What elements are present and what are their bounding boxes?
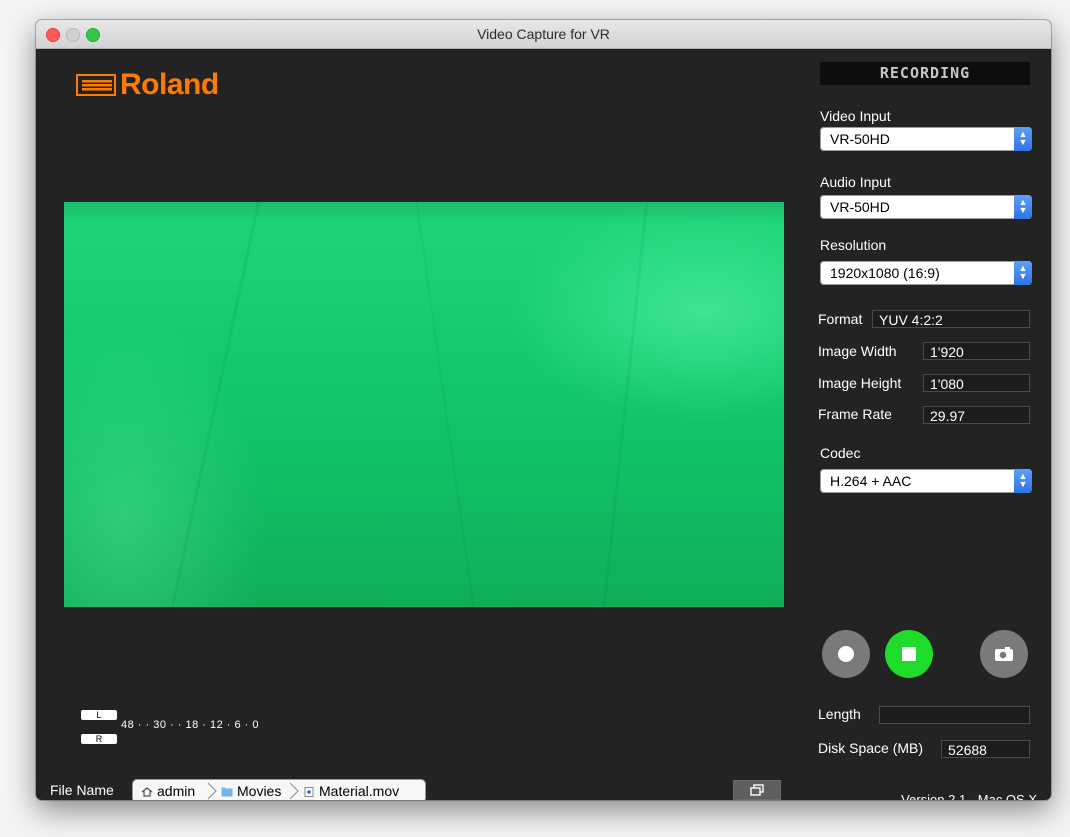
chevron-updown-icon: ▲ ▼	[1014, 469, 1032, 493]
image-width-field: 1'920	[923, 342, 1030, 360]
version-label: Version 2.1 - Mac OS X	[901, 792, 1037, 800]
length-label: Length	[818, 706, 861, 722]
frame-rate-label: Frame Rate	[818, 406, 892, 422]
format-field: YUV 4:2:2	[872, 310, 1030, 328]
video-input-value: VR-50HD	[830, 131, 890, 147]
path-item-label: Movies	[237, 783, 282, 799]
record-button[interactable]	[822, 630, 870, 678]
format-label: Format	[818, 311, 863, 327]
codec-select[interactable]: H.264 + AAC ▲ ▼	[820, 469, 1032, 493]
window-title: Video Capture for VR	[477, 26, 610, 42]
window-restore-button[interactable]	[733, 780, 781, 800]
folder-icon	[221, 787, 233, 797]
chevron-updown-icon: ▲ ▼	[1014, 261, 1032, 285]
path-item-admin[interactable]: admin	[141, 783, 195, 799]
image-width-label: Image Width	[818, 343, 897, 359]
audio-input-value: VR-50HD	[830, 199, 890, 215]
camera-icon	[995, 647, 1013, 661]
path-item-label: Material.mov	[319, 783, 400, 799]
audio-input-select[interactable]: VR-50HD ▲ ▼	[820, 195, 1032, 219]
resolution-value: 1920x1080 (16:9)	[830, 265, 940, 281]
resolution-label: Resolution	[820, 237, 887, 253]
audio-level-meter: L 48 · · 30 · · 18 · 12 · 6 · 0 R	[81, 710, 371, 746]
video-preview	[64, 202, 784, 607]
meter-right-channel: R	[81, 734, 117, 744]
path-item-movies[interactable]: Movies	[221, 783, 281, 799]
home-icon	[141, 787, 153, 797]
audio-input-label: Audio Input	[820, 174, 891, 190]
meter-scale: 48 · · 30 · · 18 · 12 · 6 · 0	[121, 719, 259, 731]
title-bar: Video Capture for VR	[36, 20, 1051, 49]
image-height-field: 1'080	[923, 374, 1030, 392]
file-name-label: File Name	[50, 782, 114, 798]
image-height-label: Image Height	[818, 375, 902, 391]
snapshot-button[interactable]	[980, 630, 1028, 678]
chevron-updown-icon: ▲ ▼	[1014, 127, 1032, 151]
path-item-label: admin	[157, 783, 196, 799]
path-separator-icon	[207, 782, 217, 800]
stop-icon	[902, 647, 916, 661]
path-separator-icon	[289, 782, 299, 800]
codec-value: H.264 + AAC	[830, 473, 912, 489]
video-input-label: Video Input	[820, 108, 891, 124]
meter-left-channel: L	[81, 710, 117, 720]
disk-space-field: 52688	[941, 740, 1030, 758]
app-window: Video Capture for VR Roland RECORDING Vi…	[36, 20, 1051, 800]
restore-window-icon	[750, 784, 764, 796]
disk-space-label: Disk Space (MB)	[818, 740, 924, 756]
record-icon	[838, 646, 854, 662]
frame-rate-field: 29.97	[923, 406, 1030, 424]
resolution-select[interactable]: 1920x1080 (16:9) ▲ ▼	[820, 261, 1032, 285]
chevron-updown-icon: ▲ ▼	[1014, 195, 1032, 219]
path-item-file[interactable]: Material.mov	[303, 783, 399, 799]
stop-button[interactable]	[885, 630, 933, 678]
file-icon	[304, 787, 314, 797]
codec-label: Codec	[820, 445, 861, 461]
video-input-select[interactable]: VR-50HD ▲ ▼	[820, 127, 1032, 151]
recording-status: RECORDING	[820, 62, 1030, 85]
logo-text: Roland	[120, 68, 219, 101]
file-path-control[interactable]: admin Movies Material.mov	[132, 779, 426, 800]
roland-mark-icon	[76, 74, 116, 96]
length-field	[879, 706, 1030, 724]
